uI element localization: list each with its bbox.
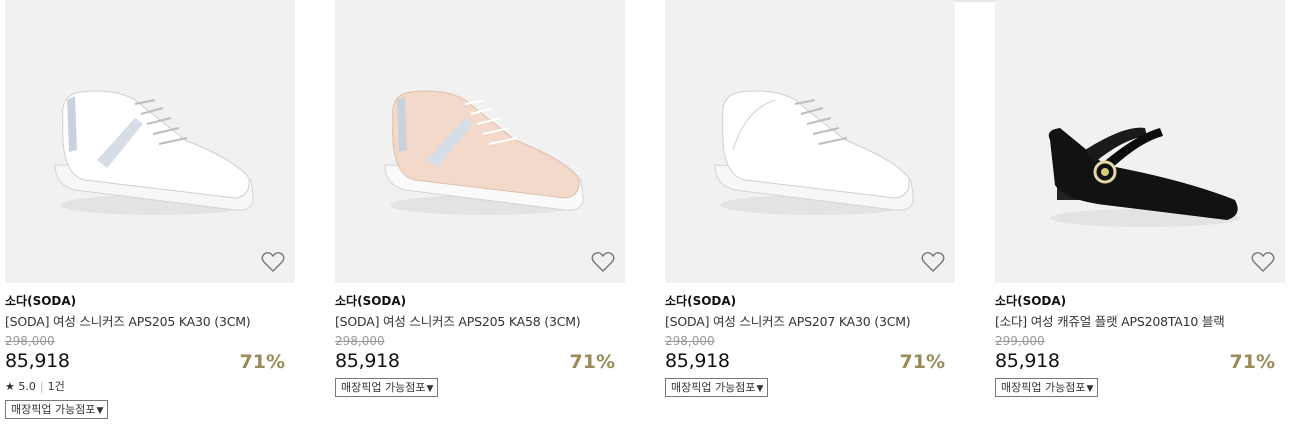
sale-price: 85,918 — [665, 350, 730, 372]
store-pickup-label: 매장픽업 가능점포 — [11, 403, 96, 416]
store-pickup-button[interactable]: 매장픽업 가능점포▼ — [335, 378, 439, 397]
product-image[interactable] — [335, 0, 625, 283]
original-price: 298,000 — [335, 334, 385, 348]
product-name[interactable]: [SODA] 여성 스니커즈 APS205 KA30 (3CM) — [5, 313, 295, 331]
store-pickup-button[interactable]: 매장픽업 가능점포▼ — [5, 400, 109, 419]
caret-down-icon: ▼ — [756, 384, 764, 394]
store-pickup-label: 매장픽업 가능점포 — [341, 381, 426, 394]
star-icon: ★ — [5, 380, 15, 393]
sale-price: 85,918 — [995, 350, 1060, 372]
original-price: 298,000 — [665, 334, 715, 348]
pink-sneaker-image — [384, 90, 584, 215]
brand-name[interactable]: 소다(SODA) — [665, 293, 955, 309]
product-image[interactable] — [5, 0, 295, 283]
review-count: 1건 — [47, 380, 65, 393]
original-price: 299,000 — [995, 334, 1045, 348]
white-sneaker-image — [54, 90, 254, 215]
product-card[interactable]: 소다(SODA) [SODA] 여성 스니커즈 APS205 KA58 (3CM… — [335, 0, 625, 397]
discount-rate: 71% — [899, 351, 945, 373]
discount-rate: 71% — [1229, 351, 1275, 373]
rating-score: 5.0 — [18, 380, 36, 393]
product-card[interactable]: 소다(SODA) [SODA] 여성 스니커즈 APS207 KA30 (3CM… — [665, 0, 955, 397]
heart-outline-icon[interactable] — [591, 251, 615, 273]
original-price: 298,000 — [5, 334, 55, 348]
caret-down-icon: ▼ — [426, 384, 434, 394]
store-pickup-label: 매장픽업 가능점포 — [671, 381, 756, 394]
product-name[interactable]: [SODA] 여성 스니커즈 APS205 KA58 (3CM) — [335, 313, 625, 331]
white-sneaker-image — [714, 90, 914, 215]
brand-name[interactable]: 소다(SODA) — [5, 293, 295, 309]
rating: ★ 5.0 | 1건 — [5, 379, 295, 395]
caret-down-icon: ▼ — [96, 406, 104, 416]
separator: | — [39, 380, 44, 393]
product-image[interactable] — [665, 0, 955, 283]
brand-name[interactable]: 소다(SODA) — [335, 293, 625, 309]
brand-name[interactable]: 소다(SODA) — [995, 293, 1285, 309]
heart-outline-icon[interactable] — [261, 251, 285, 273]
discount-rate: 71% — [569, 351, 615, 373]
heart-outline-icon[interactable] — [1251, 251, 1275, 273]
product-image[interactable] — [995, 0, 1285, 283]
sale-price: 85,918 — [5, 350, 70, 372]
product-card[interactable]: 소다(SODA) [소다] 여성 캐쥬얼 플랫 APS208TA10 블랙 29… — [995, 0, 1285, 397]
store-pickup-label: 매장픽업 가능점포 — [1001, 381, 1086, 394]
product-name[interactable]: [소다] 여성 캐쥬얼 플랫 APS208TA10 블랙 — [995, 313, 1285, 331]
product-name[interactable]: [SODA] 여성 스니커즈 APS207 KA30 (3CM) — [665, 313, 955, 331]
heart-outline-icon[interactable] — [921, 251, 945, 273]
black-mary-jane-image — [1048, 127, 1240, 227]
store-pickup-button[interactable]: 매장픽업 가능점포▼ — [995, 378, 1099, 397]
caret-down-icon: ▼ — [1086, 384, 1094, 394]
discount-rate: 71% — [239, 351, 285, 373]
store-pickup-button[interactable]: 매장픽업 가능점포▼ — [665, 378, 769, 397]
product-card[interactable]: 소다(SODA) [SODA] 여성 스니커즈 APS205 KA30 (3CM… — [5, 0, 295, 419]
sale-price: 85,918 — [335, 350, 400, 372]
